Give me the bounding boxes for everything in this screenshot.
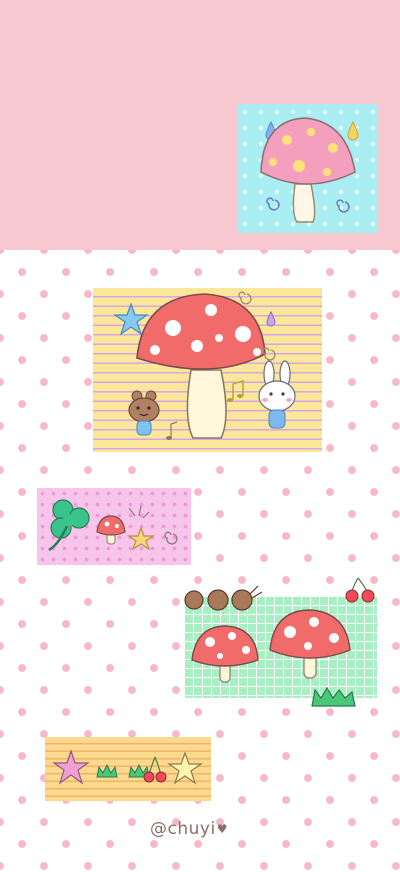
artist-signature: @chuyi♥ [150,814,260,844]
music-note-icon [166,421,178,440]
signature-text: @chuyi [150,819,216,839]
star-icon [167,751,203,785]
heart-icon: ♥ [216,822,228,836]
star-icon [52,749,90,785]
raindrop-icon [347,120,359,141]
music-note-icon [227,380,244,402]
star-icon [113,302,149,336]
mushroom-icon [269,609,351,679]
mushroom-icon [96,515,126,545]
blue-mushroom-card [237,104,378,233]
pink-clover-card [37,488,191,565]
green-grid-card [184,596,377,698]
clover-icon [48,499,90,552]
swirl-icon [164,531,178,545]
yellow-mushroom-card [93,288,322,452]
bear-icon [128,390,160,436]
mushroom-icon [260,117,356,223]
raindrop-icon [266,310,276,327]
grass-icon [96,763,150,778]
star-icon [127,526,155,551]
orange-striped-card [45,737,211,801]
sparkle-icon [128,505,150,519]
bunny-icon [258,360,296,429]
mushroom-icon [191,625,259,683]
